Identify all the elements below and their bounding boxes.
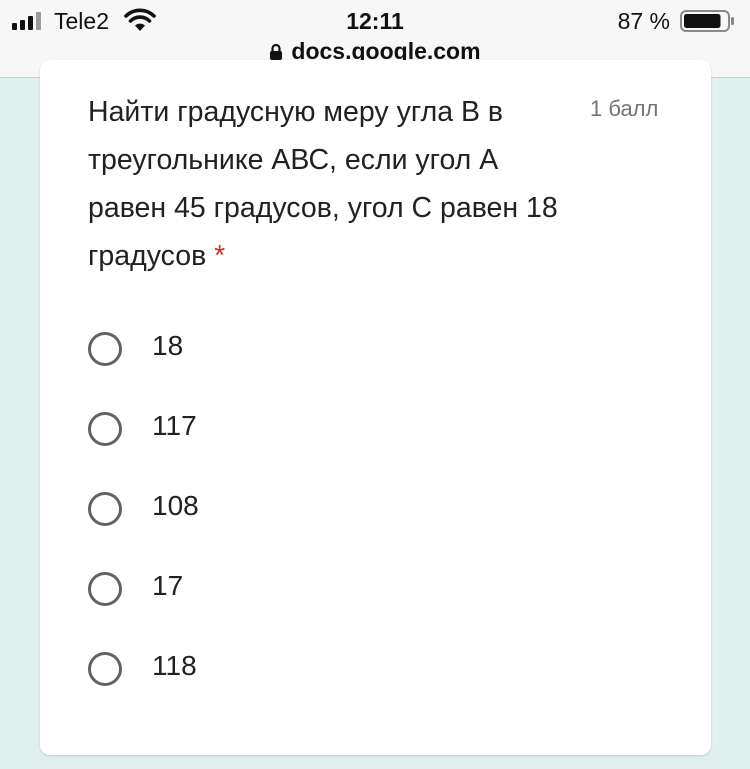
option-118[interactable]: 118 [88, 643, 197, 723]
battery-percentage: 87 % [617, 8, 670, 34]
option-17[interactable]: 17 [88, 563, 183, 643]
option-117[interactable]: 117 [88, 403, 197, 483]
option-label: 117 [152, 410, 197, 441]
status-bar: Tele2 12:11 87 % [0, 0, 750, 40]
question-title: Найти градусную меру угла В в треугольни… [88, 88, 578, 280]
question-text: Найти градусную меру угла В в треугольни… [88, 96, 558, 272]
question-points: 1 балл [590, 96, 659, 121]
radio-button[interactable] [88, 652, 122, 686]
required-asterisk: * [214, 240, 226, 272]
radio-button[interactable] [88, 332, 122, 366]
radio-button[interactable] [88, 572, 122, 606]
option-label: 17 [152, 570, 184, 601]
option-18[interactable]: 18 [88, 323, 183, 403]
radio-button[interactable] [88, 492, 122, 526]
radio-button[interactable] [88, 412, 122, 446]
option-108[interactable]: 108 [88, 483, 199, 563]
answer-options: 18 117 108 17 118 [88, 323, 199, 723]
option-label: 118 [152, 650, 197, 681]
option-label: 18 [152, 330, 184, 361]
battery-icon [680, 10, 734, 32]
lock-icon [270, 43, 283, 60]
option-label: 108 [152, 490, 199, 521]
